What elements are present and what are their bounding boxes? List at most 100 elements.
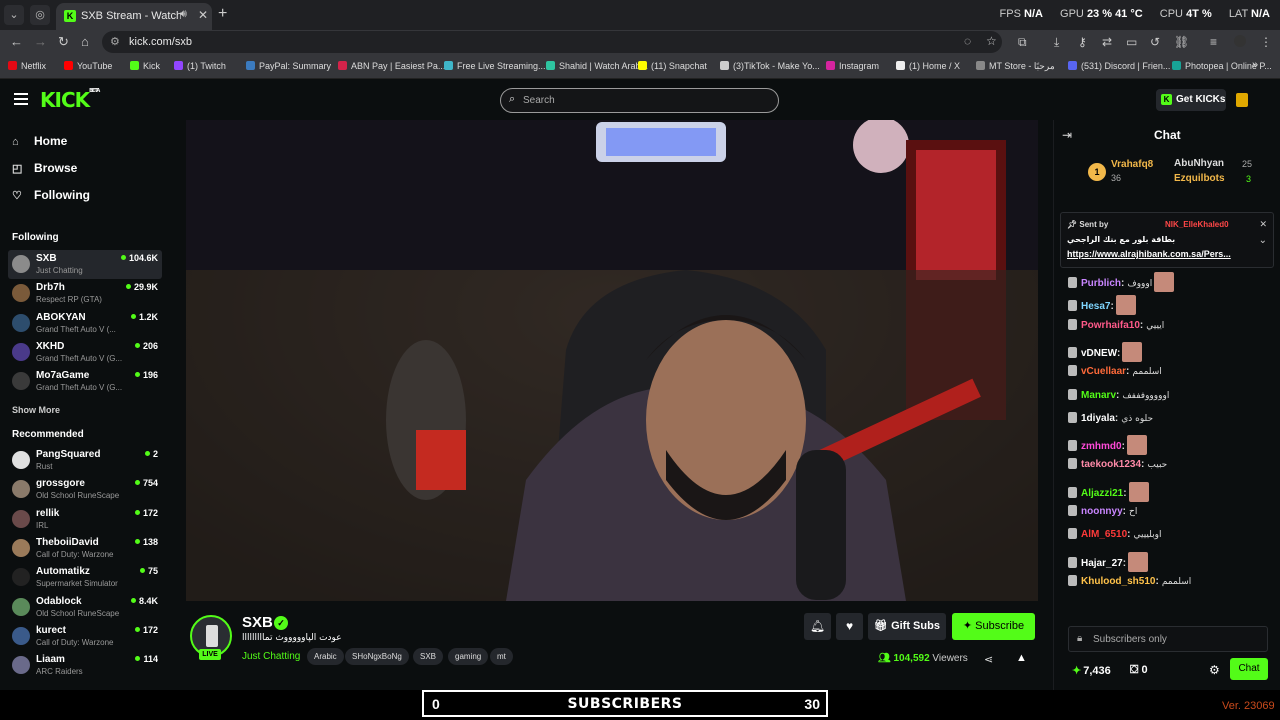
sidebar-channel[interactable]: kurect Call of Duty: Warzone 172 [8, 622, 162, 651]
tag-chip[interactable]: gaming [448, 648, 489, 665]
chat-message[interactable]: Hajar_27: [1068, 551, 1149, 574]
tag-chip[interactable]: SHoNgxBoNg [345, 648, 409, 665]
new-tab-icon[interactable]: + [218, 5, 227, 23]
bookmark-item[interactable]: (1) Twitch [174, 61, 226, 71]
bookmark-item[interactable]: Shahid | Watch Arab... [546, 61, 648, 71]
chat-message[interactable]: Aljazzi21: [1068, 481, 1149, 504]
bookmark-item[interactable]: PayPal: Summary [246, 61, 331, 71]
tag-chip[interactable]: SXB [413, 648, 444, 665]
search-input[interactable]: ⌕ Search [500, 88, 779, 113]
sidebar-channel[interactable]: TheboiiDavid Call of Duty: Warzone 138 [8, 534, 162, 563]
tab-search-icon[interactable]: ⌄ [4, 5, 24, 25]
sidebar-channel[interactable]: Drb7h Respect RP (GTA) 29.9K [8, 279, 162, 308]
sidebar-channel[interactable]: ABOKYAN Grand Theft Auto V (... 1.2K [8, 309, 162, 338]
bookmark-item[interactable]: YouTube [64, 61, 112, 71]
forward-icon[interactable]: → [34, 34, 47, 49]
site-info-icon[interactable]: ⚙︎ [110, 35, 120, 48]
chat-username[interactable]: Hesa7 [1081, 301, 1110, 312]
user-menu-icon[interactable] [1236, 93, 1248, 107]
collapse-chat-icon[interactable]: ⇥ [1062, 128, 1072, 142]
video-player[interactable] [186, 120, 1038, 601]
chat-message[interactable]: 1diyala: حلوه ذي [1068, 411, 1153, 434]
chat-settings-icon[interactable]: ⚙ [1209, 663, 1220, 677]
bookmark-item[interactable]: MT Store - مرحبًا [976, 61, 1055, 72]
chat-username[interactable]: Manarv [1081, 390, 1116, 401]
download-icon[interactable]: ⤓ [1054, 35, 1059, 50]
chat-username[interactable]: 1diyala [1081, 413, 1115, 424]
chat-username[interactable]: noonnyy [1081, 506, 1123, 517]
back-icon[interactable]: ← [10, 34, 23, 49]
chat-username[interactable]: Hajar_27 [1081, 558, 1123, 569]
get-kicks-button[interactable]: K Get KICKs [1156, 89, 1226, 111]
kicks-balance[interactable]: ✦ 7,436 [1072, 664, 1111, 677]
channel-name[interactable]: SXB [242, 614, 273, 631]
eye-off-icon[interactable]: ◌ [964, 34, 971, 48]
chat-message[interactable]: Manarv: اوووووفففف [1068, 388, 1169, 411]
bookmark-item[interactable]: Kick [130, 61, 160, 71]
sidebar-channel[interactable]: Liaam ARC Raiders 114 [8, 651, 162, 680]
kick-logo[interactable]: KICKBETA [40, 88, 100, 112]
chat-username[interactable]: vDNEW [1081, 348, 1117, 359]
home-button-icon[interactable]: ⌂ [81, 34, 89, 49]
extensions-icon[interactable]: ⧉ [1018, 35, 1027, 50]
bookmark-item[interactable]: Instagram [826, 61, 879, 71]
send-chat-button[interactable]: Chat [1230, 658, 1268, 680]
close-tab-icon[interactable]: ✕ [198, 8, 208, 22]
chat-input[interactable]: 🔒︎ Subscribers only [1068, 626, 1268, 652]
chat-username[interactable]: Khulood_sh510 [1081, 576, 1155, 587]
chat-message[interactable]: vCuellaar: اسلممم [1068, 365, 1162, 387]
chat-message[interactable]: vDNEW: [1068, 341, 1143, 364]
tag-chip[interactable]: Arabic [307, 648, 344, 665]
sidebar-channel[interactable]: PangSquared Rust 2 [8, 446, 162, 475]
sidebar-channel[interactable]: grossgore Old School RuneScape 754 [8, 475, 162, 504]
bookmark-item[interactable]: Free Live Streaming... [444, 61, 546, 71]
sidebar-nav-home[interactable]: ⌂ Home [12, 134, 67, 148]
chat-message[interactable]: zmhmd0: [1068, 435, 1147, 457]
sidebar-channel[interactable]: Mo7aGame Grand Theft Auto V (G... 196 [8, 367, 162, 396]
follow-heart-button[interactable]: ♥ [836, 613, 863, 640]
more-bookmarks-icon[interactable]: » [1252, 59, 1258, 71]
hamburger-menu-icon[interactable] [14, 93, 28, 105]
url-field[interactable]: ⚙︎ kick.com/sxb ◌ ☆ [102, 31, 1002, 53]
sidebar-nav-following[interactable]: ♡ Following [12, 188, 90, 202]
key-icon[interactable]: ⚷ [1078, 35, 1087, 49]
chat-message[interactable]: Powrhaifa10: ايييي [1068, 318, 1164, 341]
chat-username[interactable]: Powrhaifa10 [1081, 320, 1140, 331]
link-icon[interactable]: ⛓︎ [1174, 35, 1189, 49]
chat-message[interactable]: taekook1234: حبيب [1068, 458, 1167, 480]
tag-chip[interactable]: mt [490, 648, 513, 665]
show-more-link[interactable]: Show More [12, 405, 60, 415]
chat-message[interactable]: noonnyy: اح [1068, 505, 1137, 527]
chat-message[interactable]: Hesa7: [1068, 295, 1136, 317]
card-icon[interactable]: ▭ [1126, 35, 1137, 49]
gift-subs-button[interactable]: 🎁︎ Gift Subs [868, 613, 946, 640]
sidebar-channel[interactable]: SXB Just Chatting 104.6K [8, 250, 162, 279]
bookmark-item[interactable]: (3)TikTok - Make Yo... [720, 61, 820, 71]
subscribe-button[interactable]: ✦ Subscribe [952, 613, 1035, 640]
active-tab[interactable]: K SXB Stream - Watch Live on Kick 🔊︎ ✕ [56, 3, 212, 30]
chat-username[interactable]: zmhmd0 [1081, 441, 1122, 452]
speaker-icon[interactable]: 🔊︎ [180, 8, 187, 21]
tab-group-icon[interactable]: ◎ [30, 5, 50, 25]
chat-username[interactable]: taekook1234 [1081, 459, 1141, 470]
history-icon[interactable]: ↺ [1150, 35, 1160, 49]
chat-message[interactable]: Khulood_sh510: اسلممم [1068, 574, 1191, 597]
expand-pinned-icon[interactable]: ⌄ [1259, 235, 1267, 246]
chest-count[interactable]: ⛋ 0 [1130, 664, 1148, 677]
chat-username[interactable]: Aljazzi21 [1081, 488, 1123, 499]
pinned-link[interactable]: https://www.alrajhibank.com.sa/Pers... [1067, 249, 1247, 259]
bookmark-star-icon[interactable]: ☆ [986, 34, 997, 48]
unpin-icon[interactable]: ✕ [1259, 219, 1267, 230]
share-icon[interactable]: ⋖ [984, 653, 993, 666]
bookmark-item[interactable]: (1) Home / X [896, 61, 960, 71]
pinned-message[interactable]: 📌︎ Sent by NIK_ElleKhaled0 ✕ بطاقة بلور … [1060, 212, 1274, 268]
notification-bell-button[interactable]: 🔔︎ [804, 613, 831, 640]
sidebar-channel[interactable]: Automatikz Supermarket Simulator 75 [8, 563, 162, 592]
sidebar-nav-browse[interactable]: ◰ Browse [12, 161, 77, 175]
chat-username[interactable]: Purblich [1081, 278, 1121, 289]
bookmark-item[interactable]: ABN Pay | Easiest Pa... [338, 61, 445, 71]
bookmark-item[interactable]: (11) Snapchat [638, 61, 707, 71]
media-icon[interactable]: ≡ [1210, 35, 1217, 49]
menu-icon[interactable]: ⋮ [1260, 35, 1272, 49]
chat-username[interactable]: AlM_6510 [1081, 529, 1127, 540]
